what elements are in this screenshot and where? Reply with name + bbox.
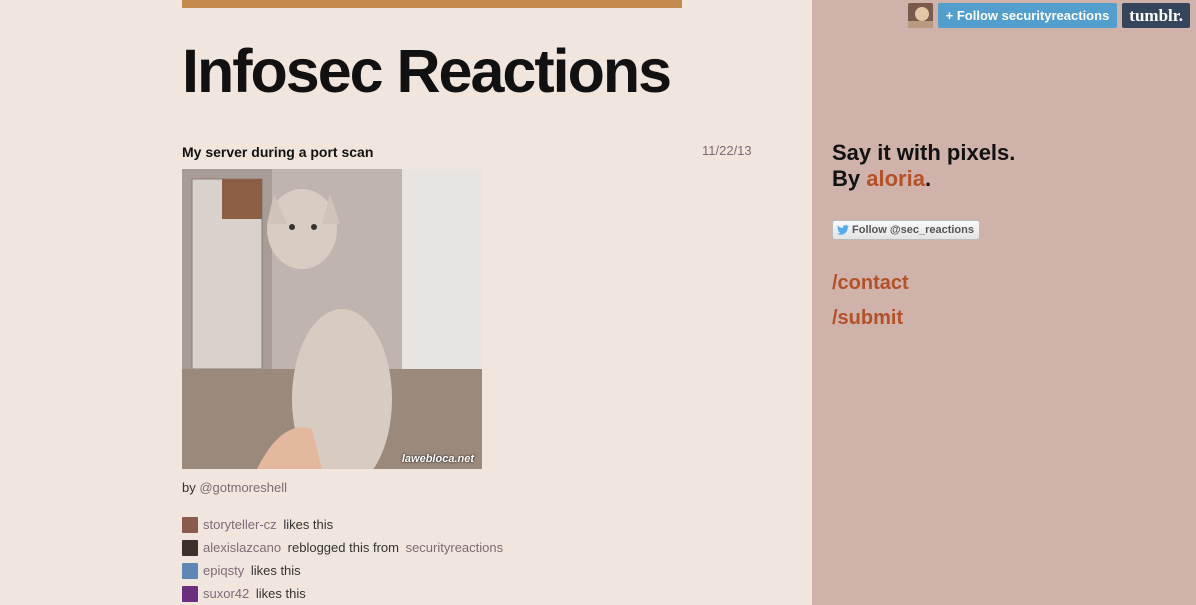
note-action: likes this: [255, 586, 306, 601]
byline-author-link[interactable]: @gotmoreshell: [199, 480, 287, 495]
post-notes: storyteller-cz likes this alexislazcano …: [182, 513, 503, 605]
post-date[interactable]: 11/22/13: [702, 143, 752, 158]
author-link[interactable]: aloria: [866, 166, 925, 191]
twitter-follow-label: Follow @sec_reactions: [852, 224, 974, 236]
note-action: likes this: [250, 563, 301, 578]
post-byline: by @gotmoreshell: [182, 480, 287, 495]
note-source-link[interactable]: securityreactions: [406, 540, 504, 555]
tagline-period: .: [924, 166, 932, 191]
note-action: reblogged this from: [287, 540, 399, 555]
note-item: epiqsty likes this: [182, 559, 503, 582]
byline-prefix: by: [182, 480, 196, 495]
note-action: likes this: [283, 517, 334, 532]
user-avatar[interactable]: [182, 585, 198, 602]
note-item: storyteller-cz likes this: [182, 513, 503, 536]
image-watermark: lawebloca.net: [401, 453, 474, 465]
user-avatar[interactable]: [182, 516, 198, 533]
user-avatar[interactable]: [182, 562, 198, 579]
note-user-link[interactable]: alexislazcano: [203, 540, 281, 555]
top-accent-bar: [182, 0, 682, 8]
post-gif-image[interactable]: lawebloca.net: [182, 169, 482, 469]
twitter-bird-icon: [837, 225, 849, 235]
user-avatar[interactable]: [182, 539, 198, 556]
tagline-by: By: [832, 166, 861, 191]
sidebar: Say it with pixels. By aloria. Follow @s…: [812, 0, 1196, 605]
twitter-follow-button[interactable]: Follow @sec_reactions: [832, 220, 980, 240]
post-title: My server during a port scan: [182, 144, 374, 160]
note-item: suxor42 likes this: [182, 582, 503, 605]
tumblr-logo[interactable]: tumblr.: [1122, 3, 1190, 28]
submit-link[interactable]: /submit: [832, 307, 903, 330]
cat-illustration: [182, 169, 482, 469]
sidebar-tagline: Say it with pixels. By aloria.: [832, 140, 1015, 192]
avatar-icon: [907, 3, 933, 28]
tagline-text: Say it with pixels.: [832, 140, 1016, 165]
tumblr-controls: + Follow securityreactions tumblr.: [907, 3, 1190, 28]
note-user-link[interactable]: epiqsty: [203, 563, 244, 578]
note-item: alexislazcano reblogged this from securi…: [182, 536, 503, 559]
blog-title[interactable]: Infosec Reactions: [182, 37, 672, 105]
contact-link[interactable]: /contact: [832, 272, 909, 295]
main-column: Infosec Reactions My server during a por…: [0, 0, 812, 605]
follow-blog-button[interactable]: + Follow securityreactions: [937, 3, 1118, 28]
blog-avatar[interactable]: [907, 3, 933, 28]
note-user-link[interactable]: suxor42: [203, 586, 249, 601]
note-user-link[interactable]: storyteller-cz: [203, 517, 277, 532]
